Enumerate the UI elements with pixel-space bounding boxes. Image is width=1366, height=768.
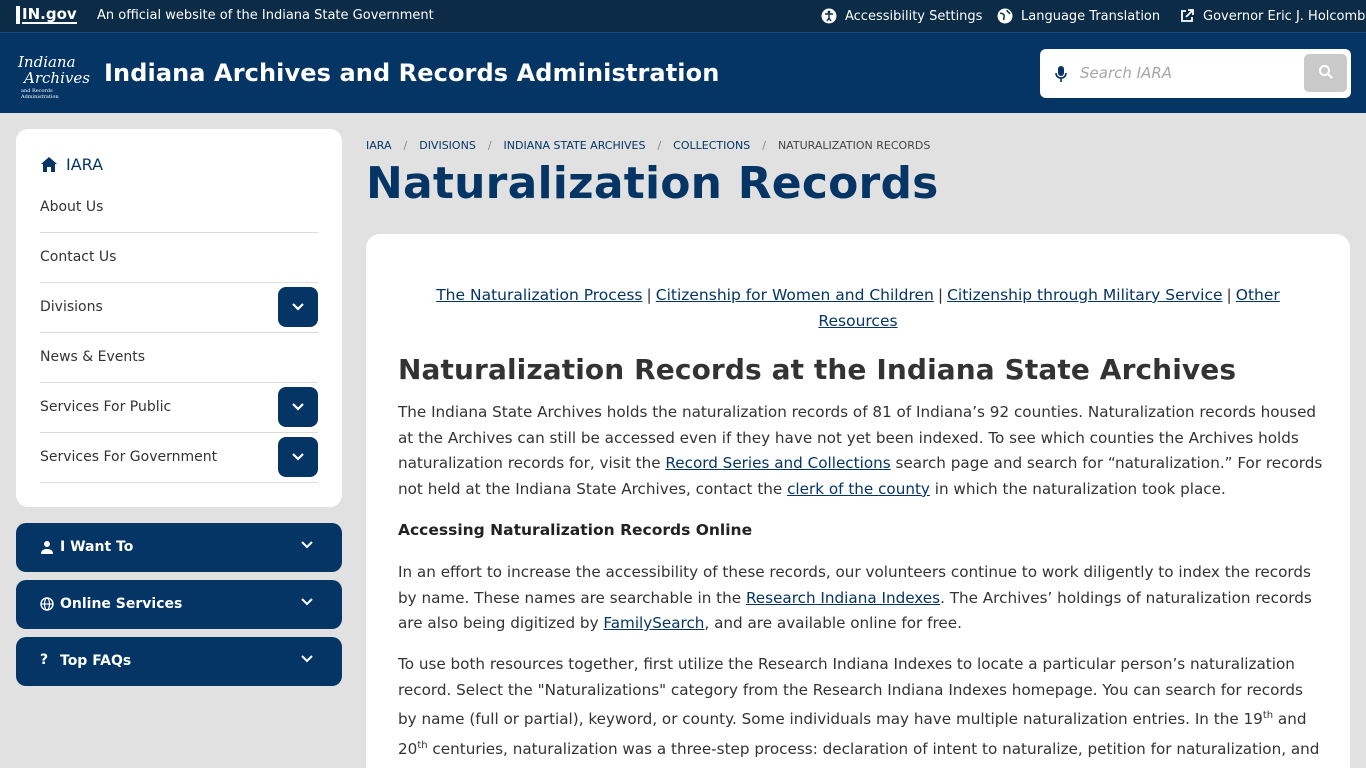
language-translation-label: Language Translation xyxy=(1021,8,1161,24)
chevron-down-icon xyxy=(301,655,313,663)
usage-text-a: To use both resources together, first ut… xyxy=(398,655,1303,729)
intro-paragraph: The Indiana State Archives holds the nat… xyxy=(398,400,1323,502)
sidebar-item-news-events[interactable]: News & Events xyxy=(40,333,318,383)
services-government-expand-button[interactable] xyxy=(278,437,318,477)
familysearch-link[interactable]: FamilySearch xyxy=(603,614,704,632)
breadcrumb-current: NATURALIZATION RECORDS xyxy=(777,139,931,152)
link-military-service[interactable]: Citizenship through Military Service xyxy=(947,286,1222,304)
breadcrumb-separator: / xyxy=(403,139,408,152)
home-icon xyxy=(41,157,57,172)
governor-link[interactable]: Governor Eric J. Holcomb xyxy=(1179,8,1365,24)
sidebar-nav-list: About Us Contact Us Divisions News & Eve… xyxy=(40,183,318,483)
accessibility-icon xyxy=(821,8,837,24)
i-want-to-accordion[interactable]: I Want To xyxy=(16,523,342,572)
breadcrumb: IARA / DIVISIONS / INDIANA STATE ARCHIVE… xyxy=(366,139,930,152)
sidebar-item-label: News & Events xyxy=(40,349,146,365)
accordion-label: Online Services xyxy=(60,596,183,612)
link-women-children[interactable]: Citizenship for Women and Children xyxy=(656,286,934,304)
microphone-icon[interactable] xyxy=(1054,65,1068,83)
sidebar-home-link[interactable]: IARA xyxy=(40,155,103,174)
iara-logo[interactable]: Indiana Archives and Records Administrat… xyxy=(16,51,90,100)
sidebar-home-label: IARA xyxy=(66,155,104,174)
clerk-of-county-link[interactable]: clerk of the county xyxy=(787,480,930,498)
main-content-card: The Naturalization Process | Citizenship f… xyxy=(366,234,1350,768)
sidebar-item-contact-us[interactable]: Contact Us xyxy=(40,233,318,283)
accessibility-settings-link[interactable]: Accessibility Settings xyxy=(821,8,982,24)
chevron-down-icon xyxy=(301,598,313,606)
search-icon xyxy=(1318,64,1333,79)
breadcrumb-link-state-archives[interactable]: INDIANA STATE ARCHIVES xyxy=(504,139,646,152)
usage-paragraph: To use both resources together, first ut… xyxy=(398,652,1323,768)
search-button[interactable] xyxy=(1304,54,1347,92)
record-series-link[interactable]: Record Series and Collections xyxy=(665,454,890,472)
side-navigation: IARA About Us Contact Us Divisions News … xyxy=(16,129,342,507)
usage-text-c: centuries, naturalization was a three-st… xyxy=(398,739,1320,768)
governor-label: Governor Eric J. Holcomb xyxy=(1203,8,1366,24)
sidebar-item-label: Services For Public xyxy=(40,399,172,415)
top-utility-bar: IN.gov An official website of the Indian… xyxy=(0,0,1366,32)
sidebar-item-label: Services For Government xyxy=(40,449,218,465)
globe-icon xyxy=(997,8,1013,24)
search-input[interactable] xyxy=(1080,59,1300,87)
link-separator: | xyxy=(937,286,944,304)
sidebar-item-label: Divisions xyxy=(40,299,103,315)
user-icon xyxy=(41,541,53,554)
chevron-down-icon xyxy=(292,453,304,461)
online-access-paragraph: In an effort to increase the accessibili… xyxy=(398,560,1323,637)
link-separator: | xyxy=(1226,286,1232,304)
chevron-down-icon xyxy=(292,303,304,311)
breadcrumb-separator: / xyxy=(657,139,662,152)
breadcrumb-link-collections[interactable]: COLLECTIONS xyxy=(673,139,750,152)
logo-line-records: and Records Administration xyxy=(21,88,59,100)
intro-text-c: in which the naturalization took place. xyxy=(929,479,1226,498)
section-heading: Naturalization Records at the Indiana St… xyxy=(398,353,1237,386)
in-gov-logo[interactable]: IN.gov xyxy=(16,6,77,24)
page-title: Naturalization Records xyxy=(366,158,939,209)
online-text-c: , and are available online for free. xyxy=(704,614,962,633)
breadcrumb-link-divisions[interactable]: DIVISIONS xyxy=(419,139,476,152)
sidebar-item-divisions[interactable]: Divisions xyxy=(40,283,318,333)
services-public-expand-button[interactable] xyxy=(278,387,318,427)
research-indiana-indexes-link[interactable]: Research Indiana Indexes xyxy=(746,589,940,607)
in-gov-logo-mark xyxy=(16,6,20,24)
online-services-accordion[interactable]: Online Services xyxy=(16,580,342,629)
superscript-th: th xyxy=(417,739,428,751)
breadcrumb-separator: / xyxy=(487,139,492,152)
breadcrumb-link-iara[interactable]: IARA xyxy=(366,139,392,152)
sidebar-item-label: Contact Us xyxy=(40,249,117,265)
search-box xyxy=(1040,49,1351,98)
official-website-notice: An official website of the Indiana State… xyxy=(97,8,434,23)
sidebar-item-services-public[interactable]: Services For Public xyxy=(40,383,318,433)
link-naturalization-process[interactable]: The Naturalization Process xyxy=(436,286,642,304)
link-separator: | xyxy=(646,286,652,304)
site-header: Indiana Archives and Records Administrat… xyxy=(0,32,1366,113)
language-translation-link[interactable]: Language Translation xyxy=(997,8,1160,24)
in-gov-logo-text: IN.gov xyxy=(22,5,77,24)
question-icon: ? xyxy=(40,652,49,668)
logo-line-archives: Archives xyxy=(24,69,90,87)
external-link-icon xyxy=(1181,9,1194,22)
accordion-label: I Want To xyxy=(60,539,134,555)
sidebar-item-services-government[interactable]: Services For Government xyxy=(40,433,318,483)
site-title[interactable]: Indiana Archives and Records Administrat… xyxy=(104,59,719,87)
accessibility-settings-label: Accessibility Settings xyxy=(845,8,983,24)
sidebar-item-about-us[interactable]: About Us xyxy=(40,183,318,233)
subsection-heading: Accessing Naturalization Records Online xyxy=(398,521,753,539)
divisions-expand-button[interactable] xyxy=(278,287,318,327)
top-faqs-accordion[interactable]: ? Top FAQs xyxy=(16,637,342,686)
chevron-down-icon xyxy=(301,541,313,549)
accordion-label: Top FAQs xyxy=(60,653,132,669)
superscript-th: th xyxy=(1262,710,1274,722)
breadcrumb-separator: / xyxy=(762,139,766,152)
globe-icon xyxy=(40,597,54,611)
sidebar-item-label: About Us xyxy=(40,199,104,215)
chevron-down-icon xyxy=(292,403,304,411)
quick-links: The Naturalization Process | Citizenship f… xyxy=(398,282,1318,334)
